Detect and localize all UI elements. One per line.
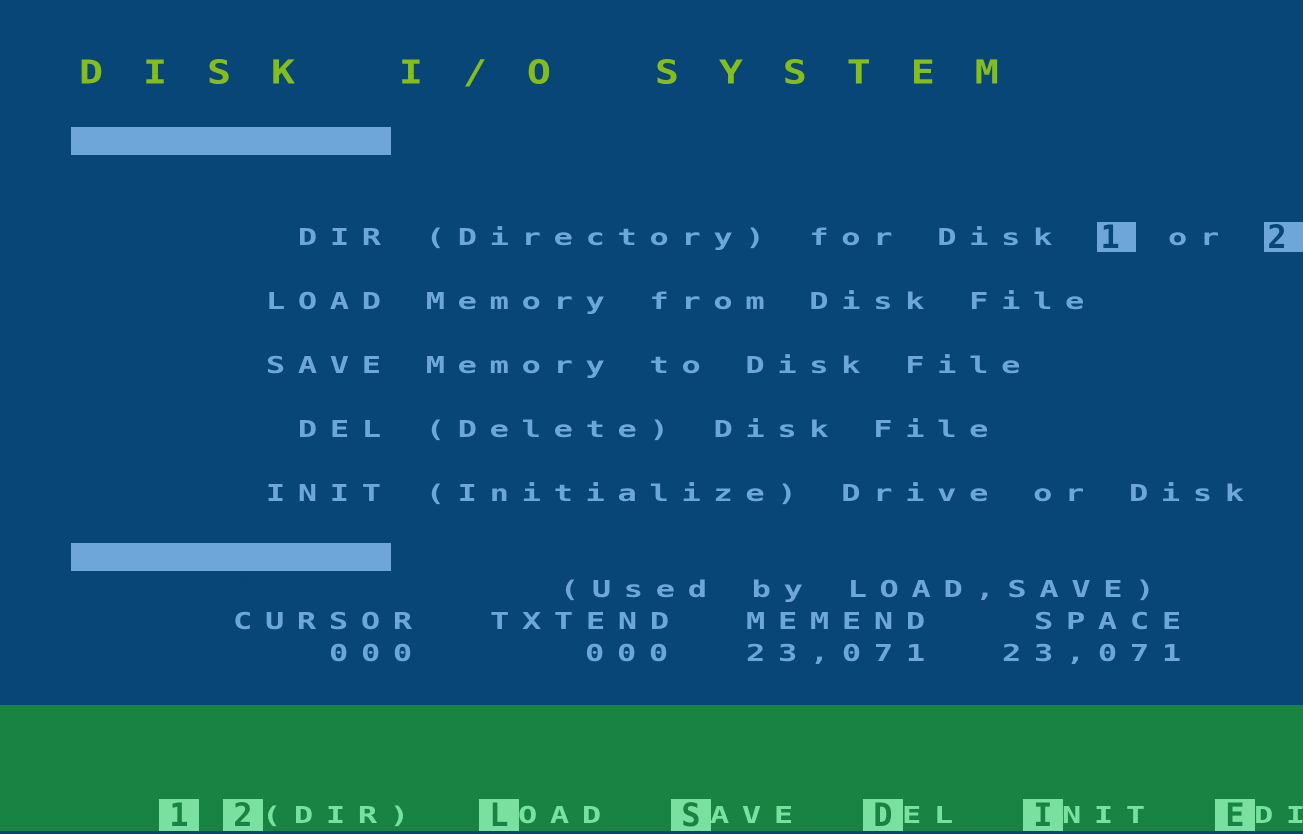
command-description: (Initialize) Drive or Disk: [425, 479, 1257, 507]
pointer-cursor-value: 000: [329, 639, 425, 667]
command-dir[interactable]: DIR (Directory) for Disk 1 or 2: [170, 189, 1303, 253]
command-save[interactable]: SAVE Memory to Disk File: [138, 317, 1033, 376]
pointer-txtend-value: 000: [585, 639, 681, 667]
menu-edit[interactable]: EDIT: [1151, 764, 1303, 831]
menu-init[interactable]: I NIT: [959, 764, 1158, 831]
menu-label: (DIR): [261, 801, 422, 829]
command-description: Memory from Disk File: [425, 287, 1097, 315]
menu-del[interactable]: D EL: [799, 764, 966, 831]
command-description: (Directory) for Disk: [425, 223, 1066, 251]
hotkey-s: S: [670, 799, 711, 831]
command-del[interactable]: DEL (Delete) Disk File: [170, 381, 1001, 440]
disk-io-screen: DISK I/O SYSTEM COMMANDS: DIR (Directory…: [0, 0, 1303, 705]
page-title: DISK I/O SYSTEM: [79, 53, 1039, 92]
menu-label: EL: [901, 801, 966, 829]
command-description: Memory to Disk File: [425, 351, 1034, 379]
command-init[interactable]: INIT (Initialize) Drive or Disk: [138, 445, 1257, 504]
pointer-space-label: SPACE: [1034, 607, 1194, 635]
pointers-note-text: (Used by LOAD,SAVE): [559, 575, 1168, 603]
hotkey-i: I: [1022, 799, 1063, 831]
menu-save[interactable]: S AVE: [607, 764, 806, 831]
disk-1-key[interactable]: 1: [1097, 221, 1137, 253]
command-keyword: INIT: [265, 479, 394, 507]
commands-header: COMMANDS:: [71, 127, 508, 180]
menu-label: AVE: [709, 801, 806, 829]
menu-load[interactable]: L OAD: [415, 764, 614, 831]
hotkey-e: E: [1214, 799, 1255, 831]
menu-disk-2-dir[interactable]: 2 (DIR): [159, 764, 422, 831]
pointer-space-value: 23,071: [1002, 639, 1194, 667]
command-keyword: LOAD: [265, 287, 394, 315]
pointers-note: (Used by LOAD,SAVE): [432, 541, 1167, 600]
or-label: or: [1168, 223, 1232, 251]
command-keyword: DIR: [297, 223, 394, 251]
menu-label: NIT: [1061, 801, 1158, 829]
pointers-header: POINTERS:: [71, 543, 508, 596]
disk-2-key[interactable]: 2: [1263, 221, 1303, 253]
command-keyword: DEL: [297, 415, 394, 443]
command-load[interactable]: LOAD Memory from Disk File: [138, 253, 1097, 312]
hotkey-d: D: [862, 799, 903, 831]
command-description: (Delete) Disk File: [425, 415, 1002, 443]
pointer-memend-value: 23,071: [746, 639, 938, 667]
hotkey-2: 2: [222, 799, 263, 831]
menu-label: DIT: [1253, 801, 1303, 829]
pointer-txtend-label: TXTEND: [490, 607, 682, 635]
menu-label: OAD: [517, 801, 614, 829]
command-keyword: SAVE: [265, 351, 394, 379]
hotkey-l: L: [478, 799, 519, 831]
pointer-memend-label: MEMEND: [746, 607, 938, 635]
pointer-cursor-label: CURSOR: [233, 607, 425, 635]
